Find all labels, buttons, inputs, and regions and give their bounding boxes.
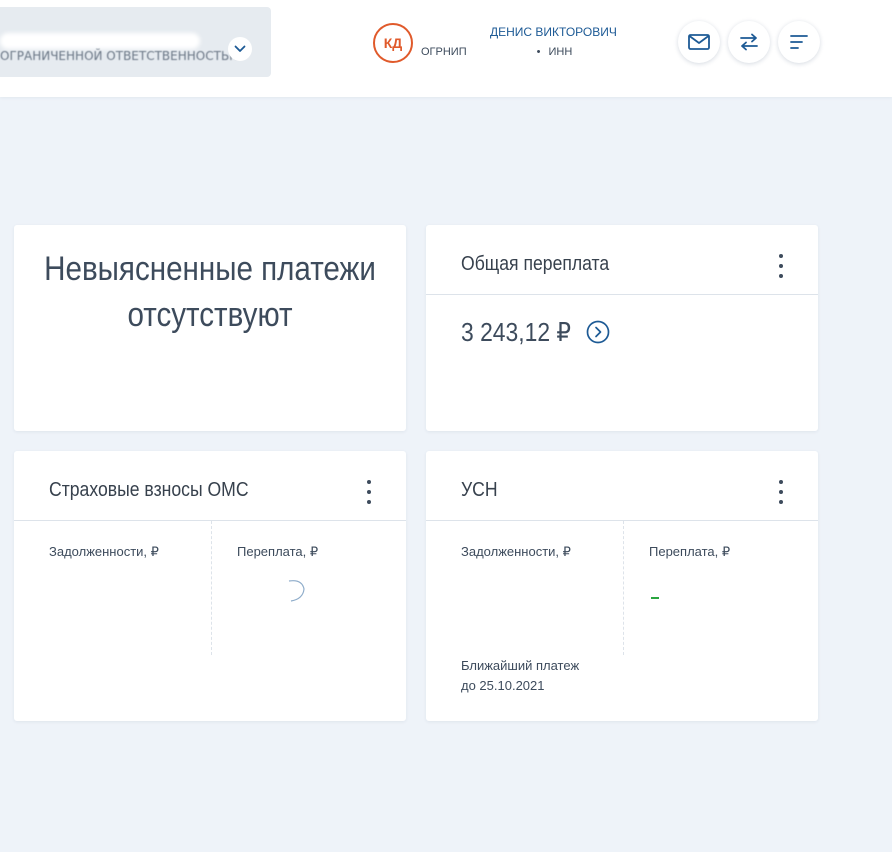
user-registration-info: ОГРНИП • ИНН <box>421 46 573 58</box>
total-overpayment-card: Общая переплата 3 243,12 ₽ <box>426 225 818 431</box>
user-surname-redacted <box>422 27 486 39</box>
next-payment-label: Ближайший платеж <box>461 658 580 673</box>
more-options-icon[interactable] <box>773 479 789 505</box>
switch-account-button[interactable] <box>728 21 770 63</box>
usn-tax-card: УСН Задолженности, ₽ Переплата, ₽ Ближай… <box>426 451 818 721</box>
next-payment-date: до 25.10.2021 <box>461 678 545 693</box>
menu-icon <box>790 35 808 49</box>
redacted-value <box>288 580 305 602</box>
menu-button[interactable] <box>778 21 820 63</box>
positive-value-mark <box>651 597 659 599</box>
card-title: Общая переплата <box>461 253 610 275</box>
more-options-icon[interactable] <box>361 479 377 505</box>
user-name[interactable]: ДЕНИС ВИКТОРОВИЧ <box>490 25 617 39</box>
debt-label: Задолженности, ₽ <box>461 544 571 559</box>
chevron-right-circle-icon[interactable] <box>586 320 610 344</box>
column-separator <box>211 521 212 655</box>
divider <box>14 520 406 521</box>
more-options-icon[interactable] <box>773 253 789 279</box>
unresolved-payments-card: Невыясненные платежи отсутствуют <box>14 225 406 431</box>
divider <box>426 520 818 521</box>
unresolved-payments-message: Невыясненные платежи отсутствуют <box>39 246 380 338</box>
debt-label: Задолженности, ₽ <box>49 544 159 559</box>
overpay-label: Переплата, ₽ <box>649 544 731 559</box>
org-name-redacted <box>0 33 200 49</box>
mail-button[interactable] <box>678 21 720 63</box>
org-name-text: ОГРАНИЧЕННОЙ ОТВЕТСТВЕННОСТЬЮ <box>0 49 243 63</box>
divider <box>426 294 818 295</box>
next-payment-info: Ближайший платеж до 25.10.2021 <box>461 656 579 696</box>
card-title: Страховые взносы ОМС <box>49 479 249 501</box>
user-avatar[interactable]: КД <box>373 23 413 63</box>
overpay-label: Переплата, ₽ <box>237 544 319 559</box>
column-separator <box>623 521 624 655</box>
overpayment-amount: 3 243,12 ₽ <box>461 317 571 347</box>
mail-icon <box>688 34 710 50</box>
chevron-down-icon[interactable] <box>228 37 252 61</box>
unresolved-line-2: отсутствуют <box>127 296 293 334</box>
card-title: УСН <box>461 479 498 501</box>
insurance-oms-card: Страховые взносы ОМС Задолженности, ₽ Пе… <box>14 451 406 721</box>
organization-selector[interactable]: ОГРАНИЧЕННОЙ ОТВЕТСТВЕННОСТЬЮ <box>0 7 271 77</box>
inn-label: ИНН <box>548 46 573 58</box>
unresolved-line-1: Невыясненные платежи <box>44 250 376 288</box>
top-header: ОГРАНИЧЕННОЙ ОТВЕТСТВЕННОСТЬЮ КД ДЕНИС В… <box>0 0 892 97</box>
swap-arrows-icon <box>740 33 758 51</box>
ogrnip-label: ОГРНИП <box>421 46 467 58</box>
